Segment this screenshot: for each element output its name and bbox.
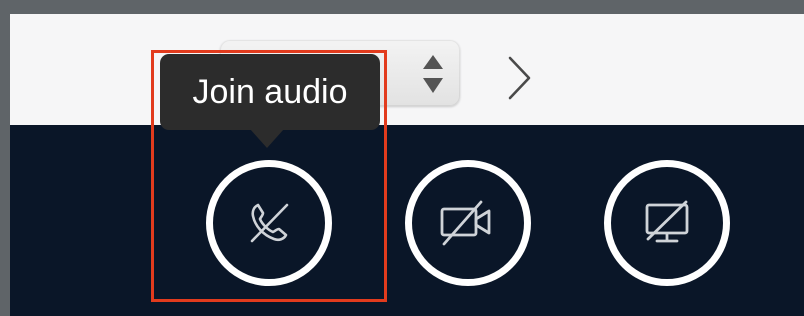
meeting-frame: Join audio <box>10 14 804 316</box>
join-audio-highlight <box>151 50 387 302</box>
select-updown-icon[interactable] <box>422 52 444 96</box>
top-bar <box>10 14 804 125</box>
start-video-button[interactable] <box>405 160 531 286</box>
video-off-icon <box>440 200 491 246</box>
share-screen-button[interactable] <box>604 160 730 286</box>
screen-share-off-icon <box>645 200 689 243</box>
chevron-right-icon[interactable] <box>504 54 534 102</box>
